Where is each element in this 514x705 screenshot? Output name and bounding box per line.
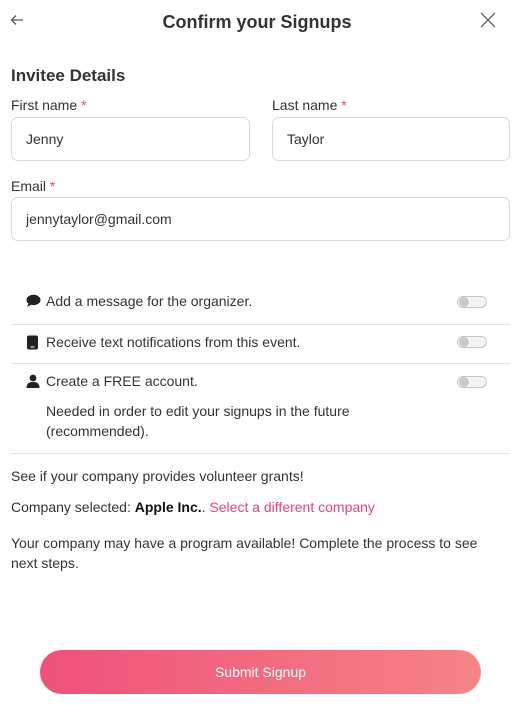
first-name-label-text: First name [11, 97, 78, 113]
toggle-knob [459, 297, 469, 307]
option-row-text-notifications: Receive text notifications from this eve… [11, 325, 510, 364]
required-marker: * [81, 97, 87, 113]
toggle-knob [459, 377, 469, 387]
last-name-label-text: Last name [272, 97, 338, 113]
option-row-message: Add a message for the organizer. [11, 284, 510, 325]
modal-header: Confirm your Signups [0, 0, 514, 44]
user-icon [26, 374, 40, 388]
speech-bubble-icon [26, 294, 41, 308]
option-sublabel: Needed in order to edit your signups in … [46, 403, 350, 439]
phone-icon [26, 335, 40, 350]
email-label-text: Email [11, 178, 47, 194]
email-input[interactable] [11, 197, 510, 241]
text-notifications-toggle[interactable] [457, 336, 487, 348]
company-selected-line: Company selected: Apple Inc.. Select a d… [11, 497, 375, 517]
company-name: Apple Inc. [134, 499, 202, 515]
last-name-label: Last name * [272, 97, 347, 113]
modal-title: Confirm your Signups [162, 12, 352, 32]
option-label: Create a FREE account. [46, 373, 198, 389]
option-row-create-account: Create a FREE account. Needed in order t… [11, 364, 510, 454]
option-label: Add a message for the organizer. [46, 293, 253, 309]
volunteer-grants-intro: See if your company provides volunteer g… [11, 468, 304, 484]
program-note: Your company may have a program availabl… [11, 535, 478, 571]
toggle-knob [459, 337, 469, 347]
required-marker: * [49, 178, 56, 194]
first-name-label: First name * [11, 97, 86, 113]
create-account-toggle[interactable] [457, 376, 487, 388]
email-label: Email * [11, 178, 55, 194]
close-icon[interactable] [476, 8, 500, 32]
required-marker: * [341, 97, 347, 113]
submit-signup-button[interactable]: Submit Signup [40, 650, 481, 694]
option-label: Receive text notifications from this eve… [46, 334, 301, 350]
select-different-company-link[interactable]: Select a different company [209, 499, 375, 515]
message-toggle[interactable] [457, 296, 487, 308]
company-selected-label: Company selected: [11, 499, 135, 515]
first-name-input[interactable] [11, 117, 250, 161]
invitee-details-heading: Invitee Details [11, 66, 126, 85]
last-name-input[interactable] [272, 117, 510, 161]
